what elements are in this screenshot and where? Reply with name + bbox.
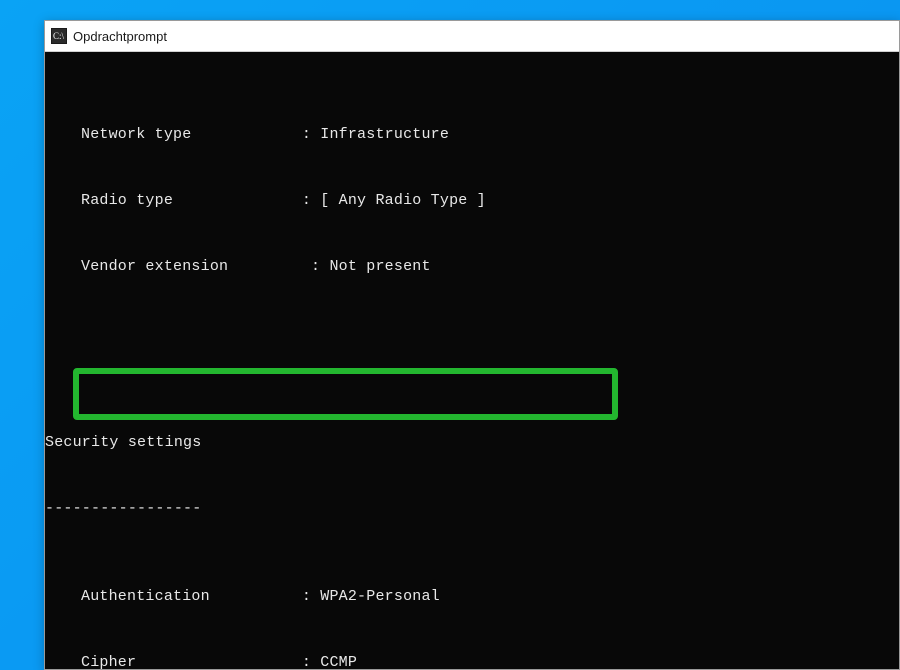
blank-line [45,344,899,366]
row-network-type: Network type : Infrastructure [45,124,899,146]
row-vendor-extension: Vendor extension : Not present [45,256,899,278]
security-settings-header: Security settings [45,432,899,454]
security-settings-dashes: ----------------- [45,498,899,520]
desktop-background: C:\ Opdrachtprompt Network type : Infras… [0,0,900,670]
row-authentication-1: Authentication : WPA2-Personal [45,586,899,608]
terminal-output[interactable]: Network type : Infrastructure Radio type… [45,52,899,669]
svg-text:C:\: C:\ [53,31,65,41]
window-title: Opdrachtprompt [73,29,167,44]
row-radio-type: Radio type : [ Any Radio Type ] [45,190,899,212]
cmd-icon: C:\ [51,28,67,44]
titlebar[interactable]: C:\ Opdrachtprompt [45,21,899,52]
row-cipher-1: Cipher : CCMP [45,652,899,669]
cmd-window: C:\ Opdrachtprompt Network type : Infras… [44,20,900,670]
annotation-highlight [73,368,618,420]
